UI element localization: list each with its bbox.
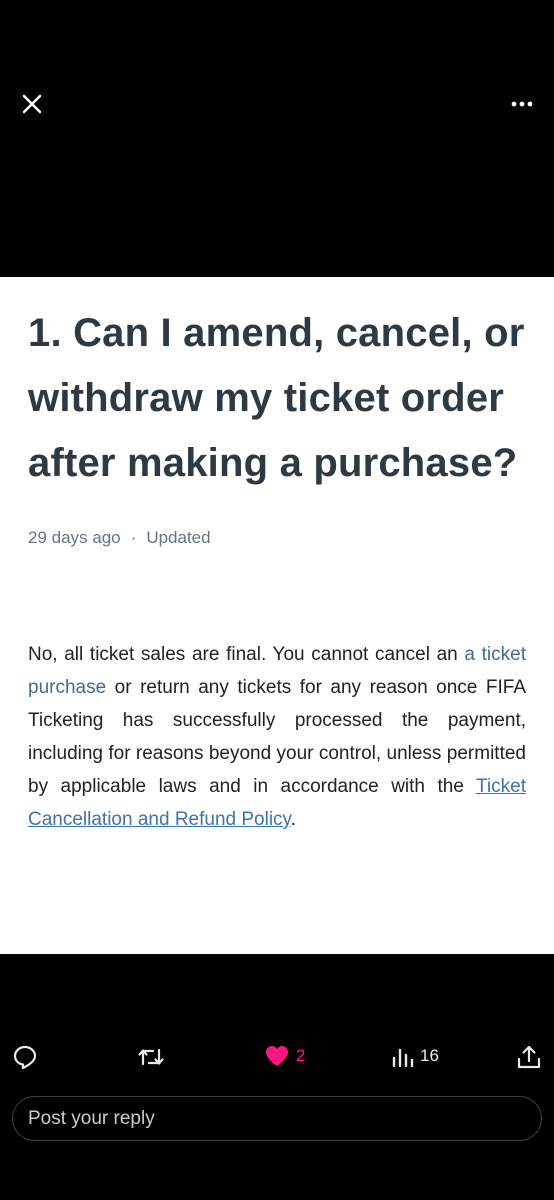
article-body: No, all ticket sales are final. You cann…	[28, 638, 526, 836]
post-actions-bar: 2 16	[0, 1040, 554, 1080]
more-horizontal-icon	[511, 101, 533, 107]
repost-icon	[138, 1048, 164, 1066]
article-screenshot: 1. Can I amend, cancel, or withdraw my t…	[0, 277, 554, 954]
body-text-part1: No, all ticket sales are final. You cann…	[28, 644, 465, 665]
repost-button[interactable]	[136, 1044, 166, 1070]
close-icon	[22, 94, 42, 114]
views-count: 16	[420, 1046, 439, 1065]
like-button[interactable]: 2	[264, 1044, 305, 1068]
meta-separator: ·	[130, 528, 137, 547]
share-icon	[517, 1045, 541, 1069]
reply-icon	[13, 1045, 37, 1070]
heart-icon	[266, 1046, 288, 1066]
media-viewer: 1. Can I amend, cancel, or withdraw my t…	[0, 0, 554, 1200]
reply-button[interactable]	[12, 1044, 38, 1070]
like-count: 2	[296, 1046, 306, 1065]
article-title: 1. Can I amend, cancel, or withdraw my t…	[28, 311, 525, 485]
article-meta: 29 days ago · Updated	[28, 528, 526, 548]
body-text-part3: .	[290, 809, 296, 830]
views-button[interactable]: 16	[390, 1044, 439, 1068]
article-updated: Updated	[146, 528, 211, 547]
more-options-button[interactable]	[506, 92, 538, 116]
close-button[interactable]	[18, 90, 46, 118]
views-icon	[392, 1048, 414, 1068]
reply-input[interactable]	[28, 1107, 541, 1130]
reply-composer	[12, 1096, 542, 1141]
article-age: 29 days ago	[28, 528, 121, 547]
share-button[interactable]	[516, 1044, 542, 1070]
